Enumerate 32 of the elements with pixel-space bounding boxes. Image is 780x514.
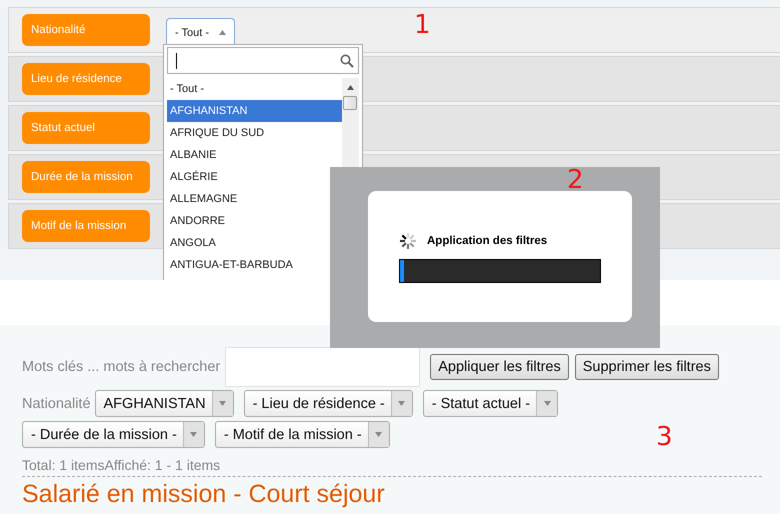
dropdown-option[interactable]: AFRIQUE DU SUD <box>167 122 342 144</box>
caret-down-icon <box>398 401 406 406</box>
summary-text: Total: 1 itemsAffiché: 1 - 1 items <box>22 457 762 477</box>
annotation-number: 3 <box>656 422 673 452</box>
select-field[interactable]: - Statut actuel - <box>422 390 558 417</box>
caret-down-icon <box>375 432 382 437</box>
select-field[interactable]: - Lieu de résidence - <box>244 390 413 417</box>
dropdown-option[interactable]: - Tout - <box>167 78 342 100</box>
keywords-field[interactable] <box>225 347 420 387</box>
caret-up-icon <box>219 30 226 35</box>
annotation-number: 1 <box>414 10 431 40</box>
select-field[interactable]: AFGHANISTAN <box>94 390 234 417</box>
annotation-number: 2 <box>567 165 584 195</box>
caret-down-icon <box>219 401 226 406</box>
caret-down-icon <box>190 432 198 437</box>
select-field[interactable]: - Motif de la mission - <box>214 421 390 448</box>
scroll-up-icon[interactable] <box>347 85 354 90</box>
search-field[interactable] <box>167 47 359 74</box>
search-icon <box>340 54 354 68</box>
loading-message: Application des filtres <box>427 235 548 247</box>
caret-down-icon <box>544 401 551 406</box>
select-field[interactable]: - Durée de la mission - <box>22 421 205 448</box>
spinner-icon <box>399 232 417 250</box>
section-heading: Salarié en mission - Court séjour <box>22 479 386 509</box>
scrollbar-thumb[interactable] <box>343 96 357 110</box>
filter-label: Nationalité <box>22 396 91 412</box>
dropdown-option[interactable]: AFGHANISTAN <box>167 100 342 122</box>
dropdown-option[interactable]: ALBANIE <box>167 144 342 166</box>
filter-button[interactable]: Appliquer les filtres <box>430 354 569 380</box>
select-field[interactable]: - Tout - <box>166 18 236 46</box>
filter-button[interactable]: Supprimer les filtres <box>574 354 719 380</box>
keywords-label: Mots clés ... mots à rechercher <box>22 359 220 375</box>
